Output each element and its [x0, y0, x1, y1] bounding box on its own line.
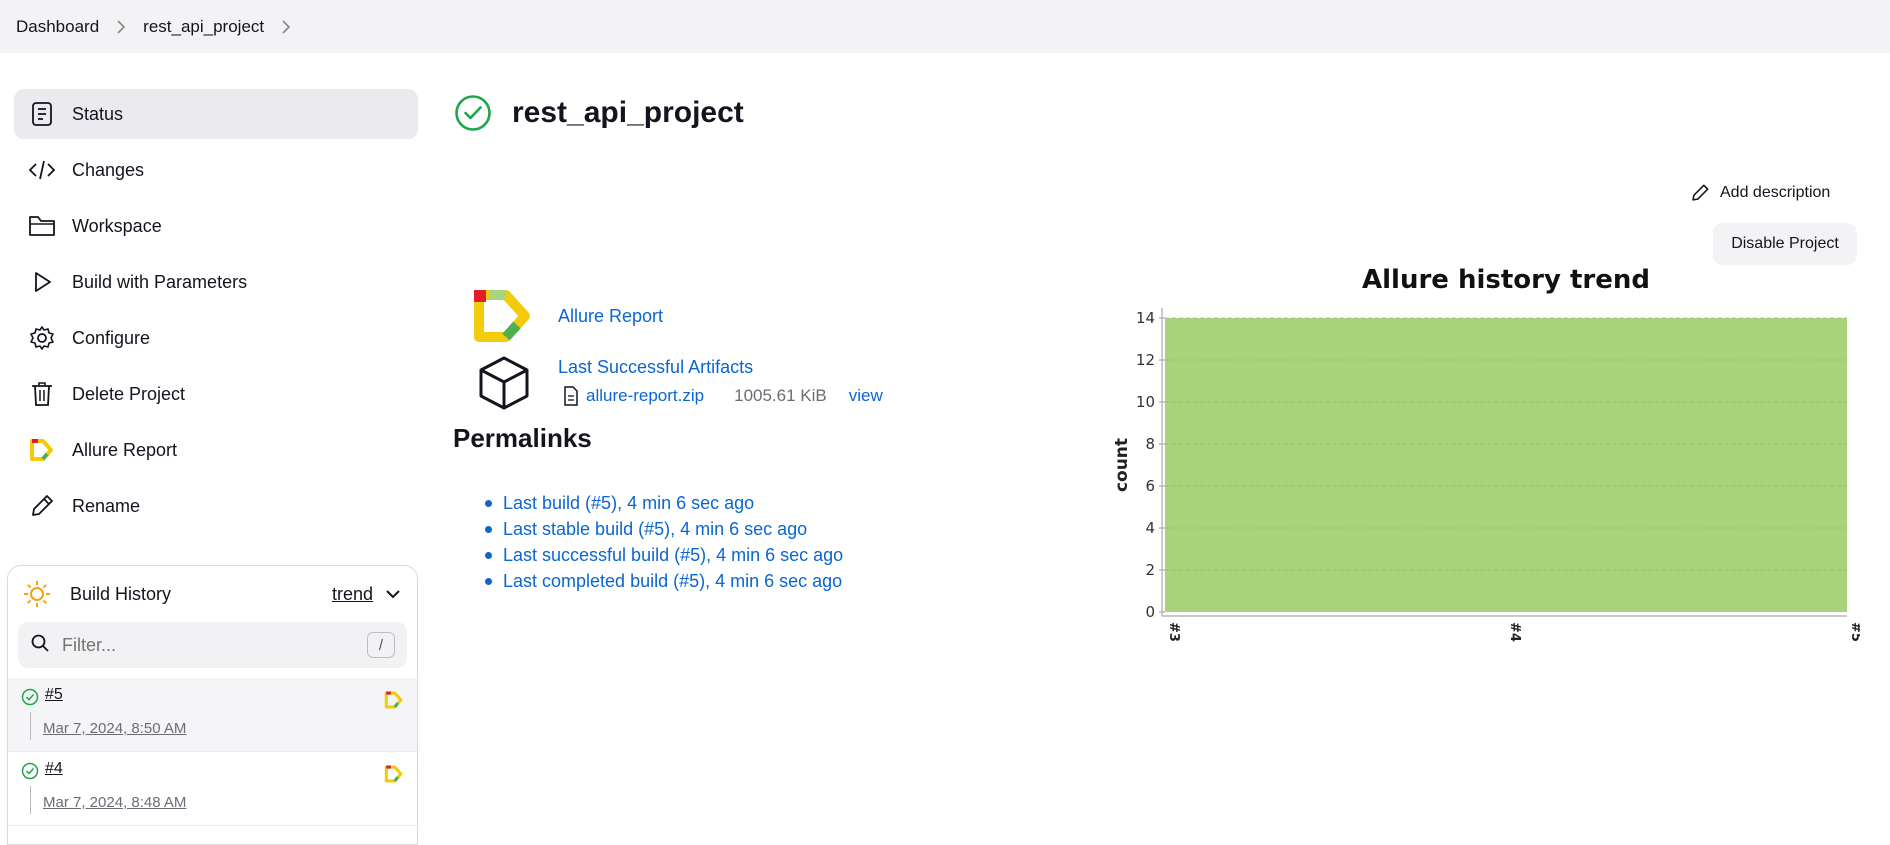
- gear-icon: [28, 324, 56, 352]
- search-icon: [30, 633, 50, 658]
- sidebar-item-changes[interactable]: Changes: [14, 145, 418, 195]
- artifact-size: 1005.61 KiB: [734, 386, 827, 405]
- chart-title: Allure history trend: [1362, 265, 1650, 295]
- y-tick-label: 0: [1145, 603, 1155, 621]
- y-tick-label: 2: [1145, 561, 1155, 579]
- folder-icon: [28, 212, 56, 240]
- allure-icon: [474, 290, 532, 342]
- sidebar-item-build-with-parameters[interactable]: Build with Parameters: [14, 257, 418, 307]
- status-icon: [28, 100, 56, 128]
- package-icon: [476, 354, 532, 410]
- pencil-icon: [1690, 183, 1710, 203]
- sidebar-item-label: Delete Project: [72, 383, 186, 404]
- permalinks-heading: Permalinks: [453, 423, 592, 453]
- x-tick-label: #4: [1507, 622, 1522, 642]
- y-tick-label: 12: [1136, 351, 1155, 369]
- build-history-panel: Build History trend / #5 Mar 7, 2024, 8:…: [7, 565, 418, 845]
- divider: [30, 712, 31, 740]
- success-icon: [21, 762, 39, 780]
- filter-input[interactable]: [62, 634, 367, 656]
- chevron-right-icon[interactable]: [264, 19, 308, 34]
- build-time-link[interactable]: Mar 7, 2024, 8:50 AM: [43, 720, 186, 737]
- success-icon: [21, 688, 39, 706]
- success-icon: [454, 94, 492, 132]
- y-tick-label: 8: [1145, 435, 1155, 453]
- artifact-file-link[interactable]: allure-report.zip: [586, 386, 704, 406]
- sun-icon: [22, 579, 52, 609]
- keyboard-shortcut-badge: /: [367, 632, 395, 658]
- allure-history-trend-chart[interactable]: Allure history trend count 0 2 4 6 8 10 12 14 #3 #4…: [1105, 262, 1860, 662]
- list-item: Last successful build (#5), 4 min 6 sec …: [484, 542, 843, 568]
- permalink-last-build[interactable]: Last build (#5), 4 min 6 sec ago: [503, 493, 754, 513]
- sidebar-item-label: Rename: [72, 495, 141, 516]
- sidebar: Status Changes Workspace Build with Para…: [14, 89, 418, 537]
- y-tick-label: 4: [1145, 519, 1155, 537]
- sidebar-item-delete-project[interactable]: Delete Project: [14, 369, 418, 419]
- artifact-row: allure-report.zip 1005.61 KiB view: [562, 386, 883, 406]
- build-history-title: Build History: [70, 583, 172, 604]
- list-item: Last stable build (#5), 4 min 6 sec ago: [484, 516, 843, 542]
- add-description-label: Add description: [1720, 184, 1831, 201]
- build-history-header: Build History trend: [8, 566, 417, 622]
- sidebar-item-workspace[interactable]: Workspace: [14, 201, 418, 251]
- permalink-last-stable-build[interactable]: Last stable build (#5), 4 min 6 sec ago: [503, 519, 807, 539]
- pencil-icon: [28, 492, 56, 520]
- add-description-link[interactable]: Add description: [1690, 180, 1830, 206]
- sidebar-item-label: Status: [72, 103, 124, 124]
- permalink-last-completed-build[interactable]: Last completed build (#5), 4 min 6 sec a…: [503, 571, 842, 591]
- disable-project-button[interactable]: Disable Project: [1713, 223, 1857, 265]
- permalinks-list: Last build (#5), 4 min 6 sec ago Last st…: [484, 490, 843, 594]
- permalink-last-successful-build[interactable]: Last successful build (#5), 4 min 6 sec …: [503, 545, 843, 565]
- sidebar-item-label: Changes: [72, 159, 145, 180]
- x-tick-label: #5: [1848, 622, 1860, 642]
- code-icon: [28, 156, 56, 184]
- build-time-link[interactable]: Mar 7, 2024, 8:48 AM: [43, 794, 186, 811]
- breadcrumb-dashboard[interactable]: Dashboard: [16, 17, 99, 37]
- sidebar-item-label: Workspace: [72, 215, 162, 236]
- sidebar-item-status[interactable]: Status: [14, 89, 418, 139]
- chevron-down-icon[interactable]: [383, 584, 403, 604]
- y-tick-label: 10: [1136, 393, 1155, 411]
- breadcrumb: Dashboard rest_api_project: [0, 0, 1890, 53]
- allure-report-link[interactable]: Allure Report: [558, 306, 663, 327]
- build-row[interactable]: #4 Mar 7, 2024, 8:48 AM: [8, 752, 417, 826]
- allure-icon: [28, 436, 56, 464]
- breadcrumb-project[interactable]: rest_api_project: [143, 17, 264, 37]
- build-number-link[interactable]: #4: [45, 760, 63, 778]
- list-item: Last completed build (#5), 4 min 6 sec a…: [484, 568, 843, 594]
- last-successful-artifacts-link[interactable]: Last Successful Artifacts: [558, 357, 753, 378]
- sidebar-item-rename[interactable]: Rename: [14, 481, 418, 531]
- page-header: rest_api_project: [454, 94, 744, 132]
- x-tick-label: #3: [1166, 622, 1181, 642]
- artifact-view-link[interactable]: view: [849, 386, 883, 406]
- chevron-right-icon: [99, 19, 143, 34]
- divider: [30, 786, 31, 814]
- allure-icon[interactable]: [384, 764, 404, 784]
- sidebar-item-label: Build with Parameters: [72, 271, 248, 292]
- sidebar-item-allure-report[interactable]: Allure Report: [14, 425, 418, 475]
- sidebar-item-label: Allure Report: [72, 439, 178, 460]
- play-icon: [28, 268, 56, 296]
- build-row[interactable]: #5 Mar 7, 2024, 8:50 AM: [8, 678, 417, 752]
- trend-link[interactable]: trend: [332, 584, 373, 605]
- y-axis-label: count: [1112, 438, 1132, 492]
- trash-icon: [28, 380, 56, 408]
- build-filter: /: [18, 622, 407, 668]
- sidebar-item-configure[interactable]: Configure: [14, 313, 418, 363]
- series-area: [1165, 318, 1847, 612]
- y-tick-label: 6: [1145, 477, 1155, 495]
- page-title: rest_api_project: [512, 96, 744, 129]
- build-number-link[interactable]: #5: [45, 686, 63, 704]
- allure-icon[interactable]: [384, 690, 404, 710]
- list-item: Last build (#5), 4 min 6 sec ago: [484, 490, 843, 516]
- y-tick-label: 14: [1136, 309, 1155, 327]
- file-icon: [562, 386, 580, 406]
- sidebar-item-label: Configure: [72, 327, 151, 348]
